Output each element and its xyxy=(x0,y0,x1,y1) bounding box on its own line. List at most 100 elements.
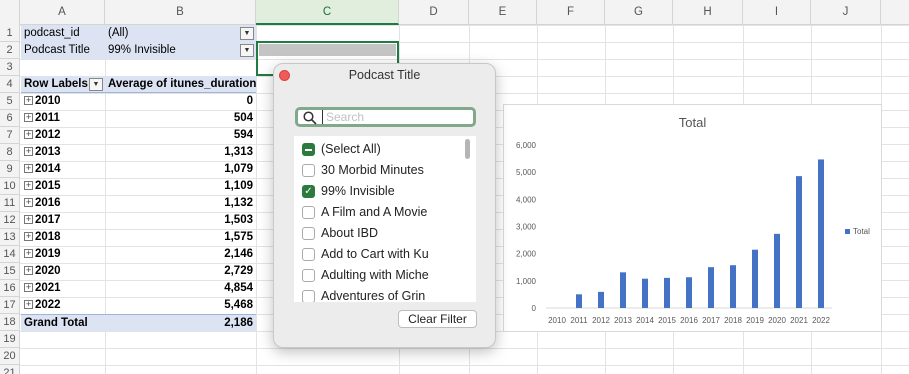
expand-icon[interactable]: + xyxy=(24,266,33,276)
pivot-row-value: 0 xyxy=(246,95,253,107)
row-header-9[interactable]: 9 xyxy=(0,161,20,178)
expand-icon[interactable]: + xyxy=(24,232,33,242)
pivot-row-label[interactable]: +2016 xyxy=(21,195,105,212)
expand-icon[interactable]: + xyxy=(24,181,33,191)
filter-item[interactable]: A Film and A Movie xyxy=(302,202,427,222)
row-header-13[interactable]: 13 xyxy=(0,229,20,246)
total-chart[interactable]: Total 0 1,000 2,000 3,000 4,000 5,000 6,000 201… xyxy=(503,104,882,332)
pivot-row-label[interactable]: +2011 xyxy=(21,110,105,127)
expand-icon[interactable]: + xyxy=(24,130,33,140)
filter-item[interactable]: 30 Morbid Minutes xyxy=(302,160,424,180)
bar-2011[interactable] xyxy=(576,294,582,308)
checkbox[interactable] xyxy=(302,269,315,282)
expand-icon[interactable]: + xyxy=(24,164,33,174)
checkbox[interactable] xyxy=(302,206,315,219)
bar-2019[interactable] xyxy=(752,249,758,308)
expand-icon[interactable]: + xyxy=(24,96,33,106)
row-header-21[interactable]: 21 xyxy=(0,365,20,374)
pivot-row-label[interactable]: +2017 xyxy=(21,212,105,229)
podcast-title-filter-popup[interactable]: Podcast Title (Select All) 30 Morbid Minu… xyxy=(273,63,496,348)
bar-2021[interactable] xyxy=(796,176,802,308)
filter-active-icon[interactable]: ▼ xyxy=(240,44,254,57)
filter-item[interactable]: Adventures of Grin xyxy=(302,286,425,302)
row-header-6[interactable]: 6 xyxy=(0,110,20,127)
bar-2018[interactable] xyxy=(730,265,736,308)
bar-2013[interactable] xyxy=(620,272,626,308)
row-header-19[interactable]: 19 xyxy=(0,331,20,348)
column-header-e[interactable]: E xyxy=(469,0,537,25)
checkbox[interactable] xyxy=(302,164,315,177)
clear-filter-button[interactable]: Clear Filter xyxy=(398,310,477,328)
bar-2012[interactable] xyxy=(598,291,604,308)
expand-icon[interactable]: + xyxy=(24,283,33,293)
bar-2014[interactable] xyxy=(642,278,648,308)
bar-2016[interactable] xyxy=(686,277,692,308)
row-header-1[interactable]: 1 xyxy=(0,25,20,42)
podcast-list[interactable]: (Select All) 30 Morbid Minutes ✓ 99% Invisi… xyxy=(294,136,476,302)
expand-icon[interactable]: + xyxy=(24,249,33,259)
bar-2017[interactable] xyxy=(708,267,714,308)
row-header-7[interactable]: 7 xyxy=(0,127,20,144)
expand-icon[interactable]: + xyxy=(24,147,33,157)
filter-item[interactable]: ✓ 99% Invisible xyxy=(302,181,395,201)
column-header-g[interactable]: G xyxy=(605,0,673,25)
checkbox[interactable] xyxy=(302,290,315,302)
row-header-20[interactable]: 20 xyxy=(0,348,20,365)
row-header-16[interactable]: 16 xyxy=(0,280,20,297)
column-header-f[interactable]: F xyxy=(537,0,605,25)
pivot-row-label[interactable]: +2021 xyxy=(21,280,105,297)
filter-item[interactable]: About IBD xyxy=(302,223,378,243)
filter-value-podcast-id[interactable]: (All) xyxy=(105,25,256,42)
row-header-8[interactable]: 8 xyxy=(0,144,20,161)
filter-item[interactable]: Adulting with Miche xyxy=(302,265,429,285)
bar-2022[interactable] xyxy=(818,159,824,308)
column-header-d[interactable]: D xyxy=(399,0,469,25)
filter-dropdown-podcast-id[interactable]: ▼ xyxy=(240,27,254,40)
checkbox[interactable] xyxy=(302,227,315,240)
row-header-12[interactable]: 12 xyxy=(0,212,20,229)
checkbox-mixed[interactable] xyxy=(302,143,315,156)
row-header-18[interactable]: 18 xyxy=(0,314,20,331)
filter-item[interactable]: (Select All) xyxy=(302,139,381,159)
column-header-j[interactable]: J xyxy=(811,0,881,25)
pivot-row-label[interactable]: +2020 xyxy=(21,263,105,280)
row-header-15[interactable]: 15 xyxy=(0,263,20,280)
pivot-row-label[interactable]: +2013 xyxy=(21,144,105,161)
checkbox-checked[interactable]: ✓ xyxy=(302,185,315,198)
pivot-row-label[interactable]: +2015 xyxy=(21,178,105,195)
pivot-row-label[interactable]: +2022 xyxy=(21,297,105,314)
row-header-5[interactable]: 5 xyxy=(0,93,20,110)
row-header-4[interactable]: 4 xyxy=(0,76,20,93)
expand-icon[interactable]: + xyxy=(24,198,33,208)
bar-2015[interactable] xyxy=(664,277,670,308)
row-header-3[interactable]: 3 xyxy=(0,59,20,76)
search-box[interactable] xyxy=(295,107,476,127)
expand-icon[interactable]: + xyxy=(24,300,33,310)
filter-item[interactable]: Add to Cart with Ku xyxy=(302,244,429,264)
year-text: 2019 xyxy=(35,248,61,260)
column-header-a[interactable]: A xyxy=(20,0,105,25)
pivot-row-label[interactable]: +2014 xyxy=(21,161,105,178)
pivot-row-label[interactable]: +2019 xyxy=(21,246,105,263)
select-all-corner[interactable] xyxy=(0,0,20,25)
row-header-2[interactable]: 2 xyxy=(0,42,20,59)
checkbox[interactable] xyxy=(302,248,315,261)
expand-icon[interactable]: + xyxy=(24,215,33,225)
row-header-17[interactable]: 17 xyxy=(0,297,20,314)
row-labels-dropdown[interactable]: ▼ xyxy=(89,78,103,91)
bar-2020[interactable] xyxy=(774,233,780,308)
pivot-row-label[interactable]: +2018 xyxy=(21,229,105,246)
filter-value-podcast-title[interactable]: 99% Invisible xyxy=(105,42,256,59)
expand-icon[interactable]: + xyxy=(24,113,33,123)
row-header-10[interactable]: 10 xyxy=(0,178,20,195)
column-header-c[interactable]: C xyxy=(256,0,399,25)
scrollbar-thumb[interactable] xyxy=(465,139,470,159)
search-input[interactable] xyxy=(322,110,472,124)
pivot-row-label[interactable]: +2010 xyxy=(21,93,105,110)
column-header-i[interactable]: I xyxy=(743,0,811,25)
column-header-h[interactable]: H xyxy=(673,0,743,25)
row-header-11[interactable]: 11 xyxy=(0,195,20,212)
column-header-b[interactable]: B xyxy=(105,0,256,25)
row-header-14[interactable]: 14 xyxy=(0,246,20,263)
pivot-row-label[interactable]: +2012 xyxy=(21,127,105,144)
